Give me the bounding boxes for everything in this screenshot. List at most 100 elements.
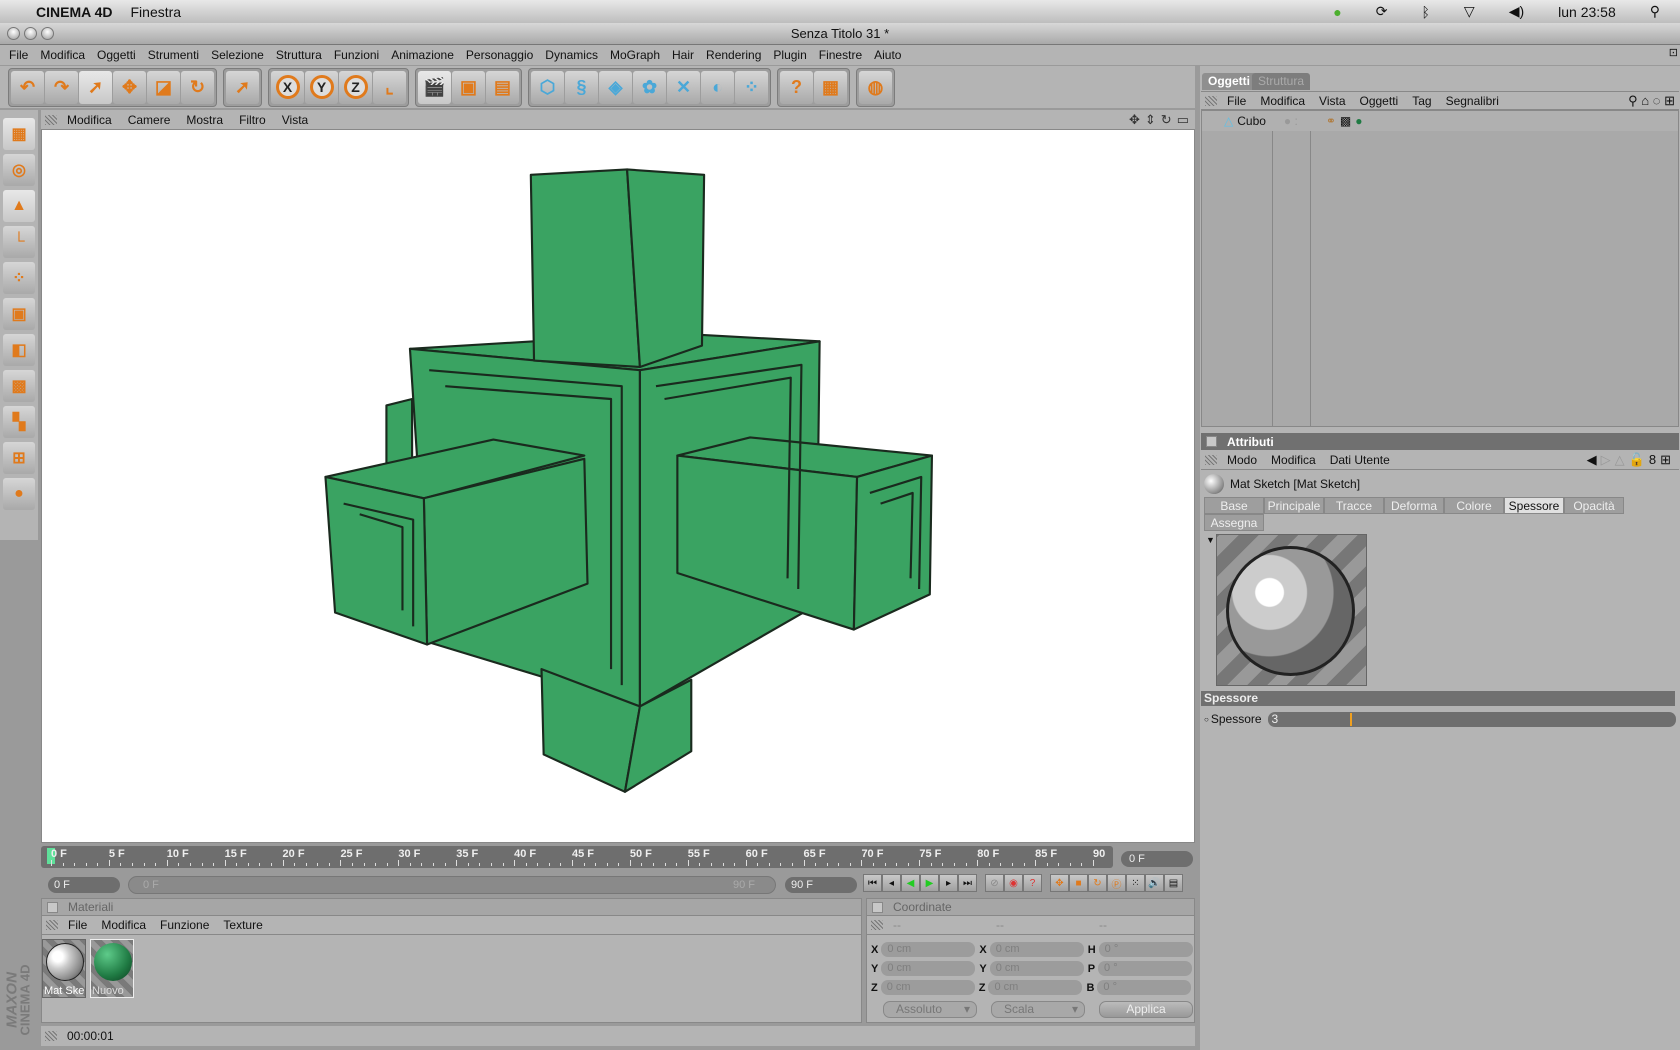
sound-icon[interactable]: 🔊 <box>1145 874 1164 892</box>
attr-tab-7[interactable]: Assegna <box>1204 514 1264 531</box>
obj-menu-modifica[interactable]: Modifica <box>1260 94 1305 108</box>
attr-tab-3[interactable]: Deforma <box>1384 497 1444 514</box>
key-param-icon[interactable]: Ⓟ <box>1107 874 1126 892</box>
start-frame-field[interactable]: 0 F <box>48 877 120 893</box>
menu-oggetti[interactable]: Oggetti <box>97 48 136 62</box>
app-name-menu[interactable]: CINEMA 4D <box>36 4 113 20</box>
status-icon[interactable]: ● <box>1333 4 1341 20</box>
next-key-icon[interactable]: ▸ <box>939 874 958 892</box>
mat-menu-file[interactable]: File <box>68 918 87 932</box>
eye-icon[interactable]: ◌ <box>1653 93 1661 108</box>
menu-aiuto[interactable]: Aiuto <box>874 48 901 62</box>
play-forward-icon[interactable]: ▶ <box>920 874 939 892</box>
coord-type-dropdown[interactable]: Scala ▾ <box>991 1001 1085 1018</box>
live-select-icon[interactable]: ➚ <box>79 70 112 104</box>
spessore-input[interactable]: 3 <box>1267 711 1340 727</box>
rotate-icon[interactable]: ↻ <box>181 70 214 104</box>
material-nuovo[interactable]: Nuovo <box>90 939 134 998</box>
attr-tab-2[interactable]: Tracce <box>1324 497 1384 514</box>
workplane-icon[interactable]: ⊞ <box>3 442 35 474</box>
key-points-icon[interactable]: ⁙ <box>1126 874 1145 892</box>
grip-icon[interactable] <box>871 920 883 930</box>
dolly-icon[interactable]: ⇕ <box>1145 112 1156 128</box>
go-to-end-icon[interactable]: ⏭ <box>958 874 977 892</box>
coord-field[interactable]: 0 ° <box>1097 980 1192 995</box>
z-axis-icon[interactable]: Z <box>339 70 372 104</box>
panel-checkbox[interactable] <box>1206 436 1217 447</box>
undo-icon[interactable]: ↶ <box>11 70 44 104</box>
obj-menu-segnalibri[interactable]: Segnalibri <box>1446 94 1499 108</box>
menu-modifica[interactable]: Modifica <box>40 48 85 62</box>
texture-tag-icon[interactable]: ▩ <box>1340 114 1351 128</box>
object-name[interactable]: Cubo <box>1237 114 1266 128</box>
render-settings-icon[interactable]: ▤ <box>486 70 519 104</box>
attr-menu-modifica[interactable]: Modifica <box>1271 453 1316 467</box>
viewport-menu-mostra[interactable]: Mostra <box>186 113 223 127</box>
menu-personaggio[interactable]: Personaggio <box>466 48 533 62</box>
polygons-mode-icon[interactable]: ◧ <box>3 334 35 366</box>
sync-icon[interactable]: ⟳ <box>1376 3 1388 20</box>
move-icon[interactable]: ✥ <box>113 70 146 104</box>
menu-selezione[interactable]: Selezione <box>211 48 264 62</box>
layout-icon[interactable]: ▦ <box>3 118 35 150</box>
viewport-menu-camere[interactable]: Camere <box>128 113 171 127</box>
obj-menu-file[interactable]: File <box>1227 94 1246 108</box>
points-mode-icon[interactable]: ⁘ <box>3 262 35 294</box>
axis-mode-icon[interactable]: └ <box>3 226 35 258</box>
spessore-slider[interactable] <box>1339 711 1676 727</box>
coord-field[interactable]: 0 cm <box>989 961 1084 976</box>
coord-field[interactable]: 0 cm <box>988 980 1083 995</box>
panel-checkbox[interactable] <box>872 901 883 913</box>
orbit-icon[interactable]: ↻ <box>1161 112 1172 128</box>
bluetooth-icon[interactable]: ᛒ <box>1422 4 1430 20</box>
apply-button[interactable]: Applica <box>1099 1001 1193 1018</box>
attr-tab-5[interactable]: Spessore <box>1504 497 1564 514</box>
forward-icon[interactable]: ▷ <box>1601 452 1615 467</box>
menu-rendering[interactable]: Rendering <box>706 48 761 62</box>
end-frame-field[interactable]: 90 F <box>785 877 857 893</box>
home-icon[interactable]: ⌂ <box>1641 93 1649 108</box>
grip-icon[interactable] <box>45 114 57 125</box>
obj-menu-vista[interactable]: Vista <box>1319 94 1345 108</box>
menu-mograph[interactable]: MoGraph <box>610 48 660 62</box>
menu-plugin[interactable]: Plugin <box>773 48 806 62</box>
material-mat-sketch[interactable]: Mat Ske <box>42 939 86 998</box>
3d-viewport[interactable] <box>41 129 1195 843</box>
render-picture-icon[interactable]: ▣ <box>452 70 485 104</box>
coord-field[interactable]: 0 ° <box>1098 942 1193 957</box>
model-mode-icon[interactable]: ◎ <box>3 154 35 186</box>
object-mode-icon[interactable]: ▲ <box>3 190 35 222</box>
attr-menu-dati-utente[interactable]: Dati Utente <box>1330 453 1390 467</box>
coord-field[interactable]: 0 cm <box>989 942 1084 957</box>
play-backward-icon[interactable]: ◀ <box>901 874 920 892</box>
menu-finestre[interactable]: Finestre <box>819 48 862 62</box>
key-scale-icon[interactable]: ■ <box>1069 874 1088 892</box>
zoom-button[interactable] <box>41 27 54 40</box>
up-icon[interactable]: △ <box>1615 452 1629 467</box>
new-panel-icon[interactable]: ⊞ <box>1660 452 1675 467</box>
tab-struttura[interactable]: Struttura <box>1252 73 1311 90</box>
attr-tab-1[interactable]: Principale <box>1264 497 1324 514</box>
mat-menu-modifica[interactable]: Modifica <box>101 918 146 932</box>
volume-icon[interactable]: ◀) <box>1509 3 1524 20</box>
wifi-icon[interactable]: ▽ <box>1464 3 1475 20</box>
key-rotation-icon[interactable]: ↻ <box>1088 874 1107 892</box>
menu-dynamics[interactable]: Dynamics <box>545 48 598 62</box>
viewport-menu-vista[interactable]: Vista <box>282 113 308 127</box>
maximize-icon[interactable]: ▭ <box>1177 112 1189 128</box>
menu-animazione[interactable]: Animazione <box>391 48 454 62</box>
sculpt-icon[interactable]: ● <box>3 478 35 510</box>
particle-icon[interactable]: ⁘ <box>735 70 768 104</box>
redo-icon[interactable]: ↷ <box>45 70 78 104</box>
attr-tab-0[interactable]: Base <box>1204 497 1264 514</box>
render-view-icon[interactable]: 🎬 <box>418 70 451 104</box>
record-keys-icon[interactable]: ⊘ <box>985 874 1004 892</box>
viewport-menu-filtro[interactable]: Filtro <box>239 113 266 127</box>
coord-field[interactable]: 0 ° <box>1098 961 1193 976</box>
grip-icon[interactable] <box>1205 455 1217 465</box>
menu-hair[interactable]: Hair <box>672 48 694 62</box>
visibility-dots-icon[interactable]: ● : <box>1284 114 1298 128</box>
pan-icon[interactable]: ✥ <box>1129 112 1140 128</box>
world-coord-icon[interactable]: ⌞ <box>373 70 406 104</box>
grip-icon[interactable] <box>46 920 58 930</box>
